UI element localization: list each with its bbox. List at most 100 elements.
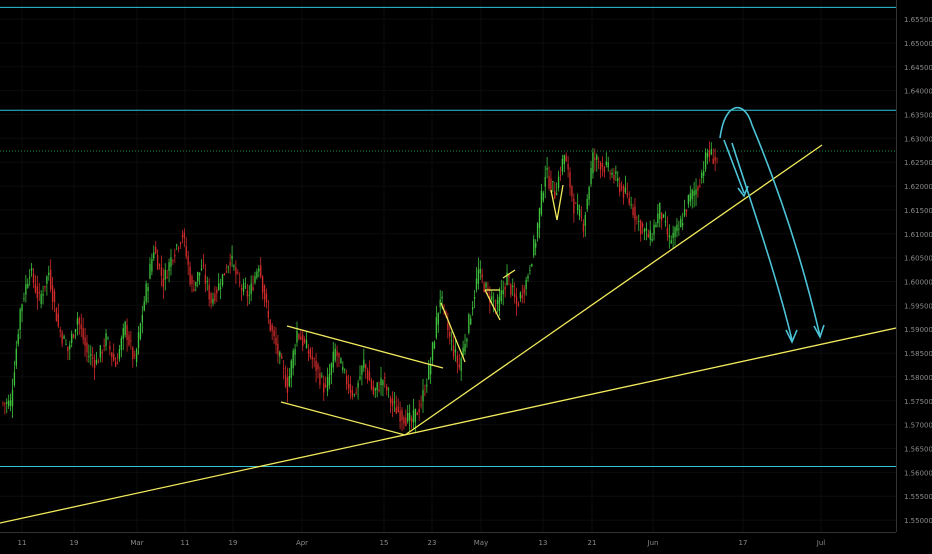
candle-body bbox=[254, 276, 256, 283]
candle-body bbox=[338, 352, 340, 358]
candle-body bbox=[492, 300, 495, 302]
candle-body bbox=[260, 265, 262, 277]
candle-body bbox=[296, 330, 298, 343]
candle-body bbox=[34, 283, 37, 293]
candle-body bbox=[498, 296, 501, 312]
candle-body bbox=[634, 206, 636, 221]
candle-body bbox=[128, 335, 130, 345]
candle-body bbox=[515, 296, 518, 305]
candle-body bbox=[569, 171, 571, 188]
candle-body bbox=[305, 340, 308, 348]
candle-body bbox=[51, 285, 54, 302]
candle-body bbox=[561, 158, 564, 172]
candle-body bbox=[416, 412, 418, 416]
candle-body bbox=[370, 380, 373, 389]
candle-body bbox=[470, 318, 472, 325]
candle-body bbox=[8, 400, 10, 407]
x-tick-label: 17 bbox=[739, 539, 748, 547]
candle-body bbox=[693, 190, 695, 196]
candle-body bbox=[2, 402, 4, 404]
candle-body bbox=[141, 315, 144, 323]
candle-body bbox=[378, 389, 380, 392]
candle-body bbox=[449, 332, 451, 337]
candle-body bbox=[139, 323, 142, 339]
candle-body bbox=[202, 265, 205, 267]
candle-body bbox=[185, 246, 187, 257]
candle-body bbox=[76, 318, 79, 325]
candle-body bbox=[57, 313, 59, 327]
candle-body bbox=[63, 336, 65, 339]
candle-body bbox=[374, 388, 376, 391]
candle-body bbox=[592, 152, 594, 174]
candle-body bbox=[30, 268, 33, 271]
candle-body bbox=[573, 198, 575, 214]
candle-body bbox=[615, 171, 617, 174]
candle-body bbox=[132, 347, 134, 360]
candle-body bbox=[244, 286, 247, 288]
candle-body bbox=[704, 152, 707, 170]
candle-body bbox=[538, 208, 541, 229]
y-tick-label: 1.55500 bbox=[904, 493, 932, 501]
candle-body bbox=[428, 364, 430, 380]
candle-body bbox=[703, 170, 705, 176]
candle-body bbox=[174, 254, 176, 257]
candle-body bbox=[567, 163, 569, 170]
candle-body bbox=[225, 271, 228, 273]
candle-body bbox=[170, 257, 172, 267]
y-tick-label: 1.61500 bbox=[904, 207, 932, 215]
candle-body bbox=[118, 349, 121, 359]
candle-body bbox=[443, 304, 445, 306]
candle-body bbox=[433, 341, 436, 349]
candle-body bbox=[563, 155, 565, 165]
candle-body bbox=[101, 351, 103, 354]
candle-body bbox=[176, 244, 178, 246]
candle-body bbox=[21, 304, 23, 312]
candle-body bbox=[554, 191, 556, 199]
candle-body bbox=[391, 398, 394, 406]
candle-body bbox=[156, 254, 159, 270]
candle-body bbox=[657, 213, 659, 224]
candle-body bbox=[468, 314, 470, 333]
candle-body bbox=[181, 235, 184, 237]
candle-body bbox=[179, 242, 182, 245]
candle-body bbox=[599, 162, 602, 171]
candle-body bbox=[315, 360, 317, 372]
y-tick-label: 1.56000 bbox=[904, 469, 932, 477]
candle-body bbox=[670, 240, 672, 244]
y-tick-label: 1.61000 bbox=[904, 231, 932, 239]
candle-body bbox=[61, 332, 63, 344]
candle-body bbox=[485, 282, 487, 288]
candle-body bbox=[324, 384, 327, 387]
candle-body bbox=[460, 358, 462, 371]
candle-body bbox=[655, 224, 657, 228]
candle-body bbox=[97, 362, 100, 364]
candle-body bbox=[11, 389, 14, 407]
candle-body bbox=[168, 262, 170, 271]
candle-body bbox=[9, 400, 12, 406]
candle-body bbox=[668, 235, 670, 238]
candle-body bbox=[13, 372, 16, 385]
candle-body bbox=[267, 310, 270, 318]
candle-body bbox=[46, 276, 48, 284]
candle-body bbox=[252, 287, 254, 291]
candle-body bbox=[317, 364, 319, 370]
y-tick-label: 1.59500 bbox=[904, 302, 932, 310]
candle-body bbox=[661, 212, 663, 221]
candle-body bbox=[189, 266, 191, 285]
candle-body bbox=[25, 284, 27, 295]
candle-body bbox=[158, 264, 161, 267]
candle-body bbox=[458, 364, 460, 368]
chart: 1.657461.635881.561241.6273501:42:59 1.6… bbox=[0, 0, 932, 550]
y-tick-label: 1.62000 bbox=[904, 183, 932, 191]
candle-body bbox=[111, 352, 113, 358]
candle-body bbox=[212, 298, 214, 304]
candle-body bbox=[183, 232, 186, 239]
candle-body bbox=[429, 363, 432, 375]
candle-body bbox=[214, 293, 216, 302]
candle-body bbox=[109, 345, 111, 350]
candle-body bbox=[546, 167, 548, 171]
candle-body bbox=[90, 354, 92, 356]
candle-body bbox=[531, 263, 533, 267]
candle-body bbox=[50, 269, 52, 290]
candle-body bbox=[494, 304, 497, 306]
